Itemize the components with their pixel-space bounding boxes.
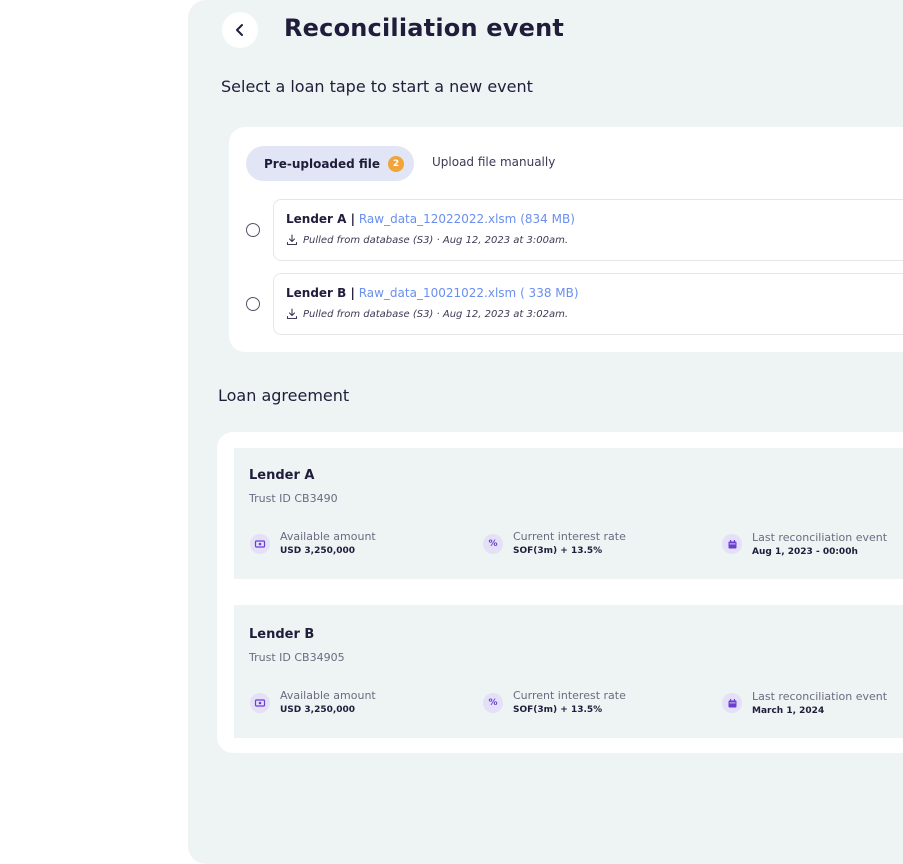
available-amount-value: USD 3,250,000 [280,546,356,556]
download-icon [286,234,298,246]
loan-tape-heading: Select a loan tape to start a new event [221,77,533,96]
lender-name: Lender B [249,627,315,642]
trust-id: Trust ID CB34905 [249,651,345,664]
percent-icon: % [483,534,503,554]
loan-agreement-heading: Loan agreement [218,386,350,405]
interest-rate-label: Current interest rate [513,530,626,543]
file-source: Pulled from database (S3) · Aug 12, 2023… [303,234,569,246]
chevron-left-icon [236,24,243,36]
file-option-a[interactable]: Lender A | Raw_data_12022022.xlsm (834 M… [273,199,903,261]
last-event-label: Last reconciliation event [752,690,888,703]
file-source: Pulled from database (S3) · Aug 12, 2023… [303,308,569,320]
trust-id: Trust ID CB3490 [249,492,338,505]
calendar-icon [722,534,742,554]
tab-preuploaded-label: Pre-uploaded file [264,156,381,171]
file-name-link[interactable]: Raw_data_10021022.xlsm [359,286,517,300]
lender-name: Lender A [249,468,315,483]
available-amount-label: Available amount [280,530,376,543]
file-lender: Lender A | [286,212,355,226]
percent-icon: % [483,693,503,713]
file-name-link[interactable]: Raw_data_12022022.xlsm [359,212,517,226]
radio-file-a[interactable] [246,223,260,237]
last-event-value: March 1, 2024 [752,706,825,716]
lender-card-a: Lender A Trust ID CB3490 Available amoun… [234,448,903,579]
money-icon [250,693,270,713]
interest-rate-value: SOF(3m) + 13.5% [513,705,603,715]
file-size: (834 MB) [520,212,575,226]
radio-file-b[interactable] [246,297,260,311]
last-event-value: Aug 1, 2023 - 00:00h [752,547,858,557]
interest-rate-label: Current interest rate [513,689,626,702]
page-title: Reconciliation event [284,14,565,42]
file-option-b[interactable]: Lender B | Raw_data_10021022.xlsm ( 338 … [273,273,903,335]
file-lender: Lender B | [286,286,355,300]
calendar-icon [722,693,742,713]
interest-rate-value: SOF(3m) + 13.5% [513,546,603,556]
available-amount-label: Available amount [280,689,376,702]
file-size: ( 338 MB) [520,286,579,300]
lender-card-b: Lender B Trust ID CB34905 Available amou… [234,605,903,738]
money-icon [250,534,270,554]
back-button[interactable] [222,12,258,48]
count-badge: 2 [388,155,405,172]
last-event-label: Last reconciliation event [752,531,888,544]
tab-preuploaded[interactable]: Pre-uploaded file 2 [246,146,414,181]
tab-upload-manually[interactable]: Upload file manually [432,155,555,169]
download-icon [286,308,298,320]
available-amount-value: USD 3,250,000 [280,705,356,715]
